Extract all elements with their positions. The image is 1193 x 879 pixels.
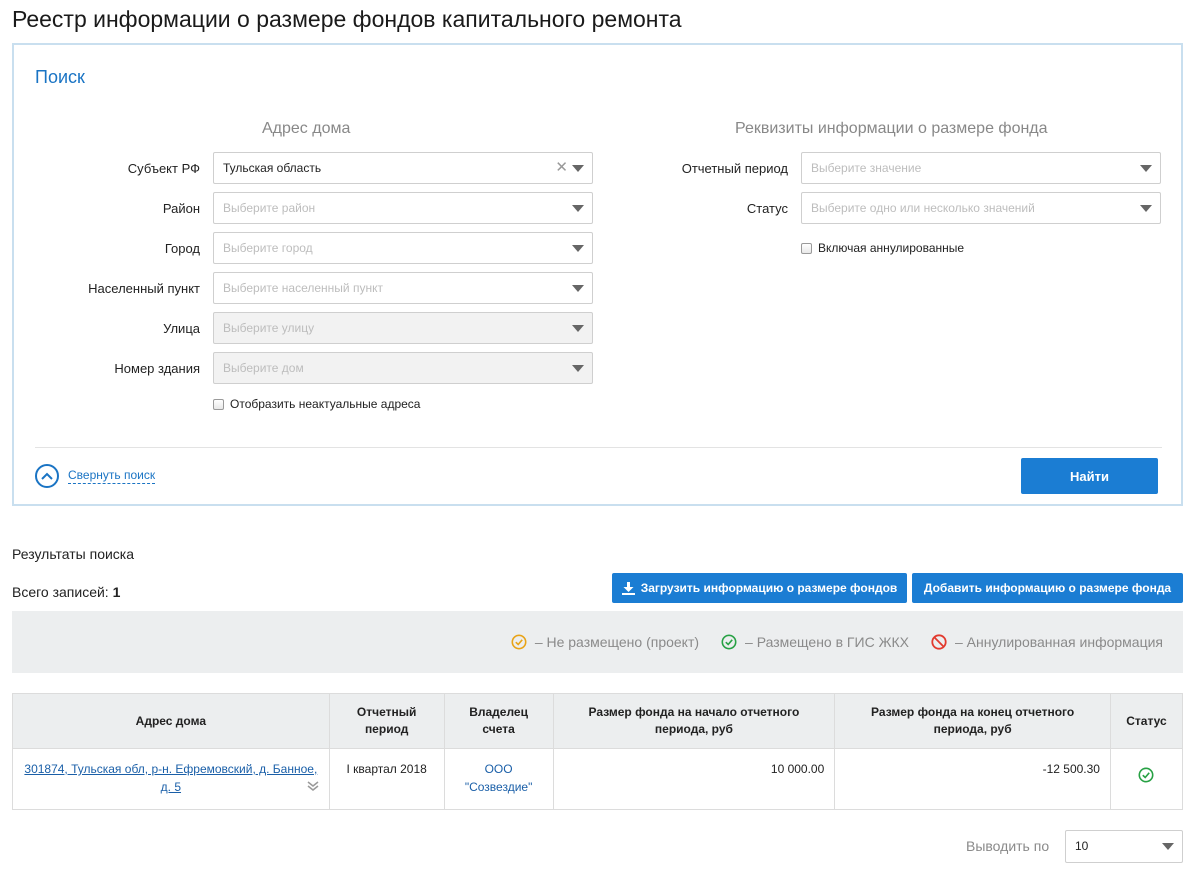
cell-period: I квартал 2018 <box>328 748 445 810</box>
period-select[interactable]: Выберите значение <box>801 152 1161 184</box>
results-title: Результаты поиска <box>12 546 135 562</box>
check-circle-icon <box>721 634 737 650</box>
clear-icon[interactable]: ✕ <box>555 160 568 175</box>
cell-start-amount: 10 000.00 <box>552 748 836 810</box>
page-size-select[interactable]: 10 <box>1065 830 1183 863</box>
include-annulled-label: Включая аннулированные <box>818 241 965 255</box>
chevron-down-icon[interactable] <box>572 165 584 172</box>
legend-not-placed: – Не размещено (проект) <box>511 634 699 650</box>
city-select[interactable]: Выберите город <box>213 232 593 264</box>
column-header-start[interactable]: Размер фонда на начало отчетного периода… <box>552 693 836 749</box>
legend-not-placed-text: – Не размещено (проект) <box>534 634 700 650</box>
settlement-placeholder: Выберите населенный пункт <box>223 281 383 295</box>
page-title: Реестр информации о размере фондов капит… <box>12 6 682 32</box>
collapse-search[interactable]: Свернуть поиск <box>35 464 156 488</box>
total-label: Всего записей: <box>12 584 109 600</box>
owner-link[interactable]: ООО "Созвездие" <box>459 760 539 796</box>
include-annulled-checkbox[interactable] <box>801 242 812 254</box>
chevron-down-icon[interactable] <box>1140 205 1152 212</box>
table-row: 301874, Тульская обл, р-н. Ефремовский, … <box>12 748 1184 810</box>
settlement-select[interactable]: Выберите населенный пункт <box>213 272 593 304</box>
check-circle-icon <box>1138 767 1154 783</box>
building-label: Номер здания <box>114 361 200 376</box>
chevron-down-icon[interactable] <box>572 205 584 212</box>
add-info-button[interactable]: Добавить информацию о размере фонда <box>912 573 1183 603</box>
ban-icon <box>931 634 947 650</box>
status-select[interactable]: Выберите одно или несколько значений <box>801 192 1161 224</box>
street-select[interactable]: Выберите улицу <box>213 312 593 344</box>
subject-select[interactable]: Тульская область ✕ <box>213 152 593 184</box>
chevron-down-icon[interactable] <box>572 365 584 372</box>
check-circle-icon <box>511 634 527 650</box>
column-header-owner[interactable]: Владелец счета <box>443 693 554 749</box>
status-placeholder: Выберите одно или несколько значений <box>811 201 1035 215</box>
total-count: 1 <box>112 584 121 600</box>
upload-button-label: Загрузить информацию о размере фондов <box>640 581 898 595</box>
page-size-value: 10 <box>1075 839 1089 853</box>
status-label: Статус <box>746 201 788 216</box>
building-placeholder: Выберите дом <box>223 361 304 375</box>
address-section-title: Адрес дома <box>262 120 351 137</box>
divider <box>35 447 1162 448</box>
show-outdated-label: Отобразить неактуальные адреса <box>230 397 421 411</box>
status-legend: – Не размещено (проект) – Размещено в ГИ… <box>12 611 1183 673</box>
period-placeholder: Выберите значение <box>811 161 922 175</box>
total-records: Всего записей: 1 <box>12 584 120 600</box>
expand-down-icon[interactable] <box>307 779 319 797</box>
legend-annulled: – Аннулированная информация <box>931 634 1163 650</box>
subject-value: Тульская область <box>223 161 322 175</box>
column-header-period[interactable]: Отчетный период <box>328 693 445 749</box>
legend-placed-text: – Размещено в ГИС ЖКХ <box>745 634 909 650</box>
page-size-label: Выводить по <box>966 838 1050 854</box>
cell-address: 301874, Тульская обл, р-н. Ефремовский, … <box>12 748 330 810</box>
results-table: Адрес дома Отчетный период Владелец счет… <box>12 693 1184 810</box>
show-outdated-checkbox[interactable] <box>213 398 224 410</box>
chevron-down-icon[interactable] <box>572 245 584 252</box>
legend-annulled-text: – Аннулированная информация <box>955 634 1163 650</box>
cell-status <box>1109 748 1184 810</box>
subject-label: Субъект РФ <box>127 161 200 176</box>
find-button[interactable]: Найти <box>1021 458 1158 494</box>
table-header-row: Адрес дома Отчетный период Владелец счет… <box>12 693 1184 749</box>
building-select[interactable]: Выберите дом <box>213 352 593 384</box>
cell-end-amount: -12 500.30 <box>834 748 1111 810</box>
chevron-down-icon[interactable] <box>572 285 584 292</box>
city-label: Город <box>164 241 200 256</box>
chevron-down-icon[interactable] <box>1140 165 1152 172</box>
street-label: Улица <box>163 321 200 336</box>
show-outdated-option[interactable]: Отобразить неактуальные адреса <box>213 397 420 411</box>
include-annulled-option[interactable]: Включая аннулированные <box>801 241 964 255</box>
search-heading: Поиск <box>35 67 85 87</box>
district-select[interactable]: Выберите район <box>213 192 593 224</box>
chevron-down-icon[interactable] <box>1162 843 1174 850</box>
legend-placed: – Размещено в ГИС ЖКХ <box>721 634 909 650</box>
settlement-label: Населенный пункт <box>88 281 200 296</box>
download-icon <box>621 581 635 595</box>
district-label: Район <box>162 201 200 216</box>
column-header-address[interactable]: Адрес дома <box>12 693 330 749</box>
column-header-status[interactable]: Статус <box>1109 693 1184 749</box>
street-placeholder: Выберите улицу <box>223 321 315 335</box>
requisites-section-title: Реквизиты информации о размере фонда <box>735 120 1048 137</box>
upload-button[interactable]: Загрузить информацию о размере фондов <box>612 573 907 603</box>
period-label: Отчетный период <box>681 161 788 176</box>
city-placeholder: Выберите город <box>223 241 313 255</box>
column-header-end[interactable]: Размер фонда на конец отчетного периода,… <box>834 693 1111 749</box>
search-panel: Поиск Адрес дома Реквизиты информации о … <box>12 43 1183 506</box>
collapse-search-link[interactable]: Свернуть поиск <box>68 468 156 484</box>
cell-owner: ООО "Созвездие" <box>443 748 554 810</box>
chevron-down-icon[interactable] <box>572 325 584 332</box>
address-link[interactable]: 301874, Тульская обл, р-н. Ефремовский, … <box>24 762 317 794</box>
district-placeholder: Выберите район <box>223 201 316 215</box>
chevron-up-icon[interactable] <box>35 464 59 488</box>
